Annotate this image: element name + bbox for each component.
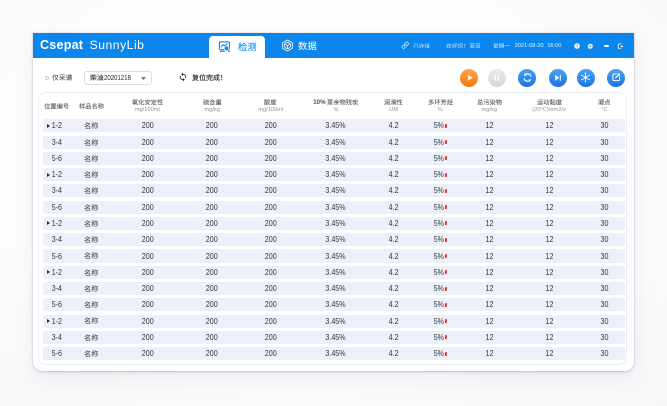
svg-text:?: ? — [576, 44, 579, 49]
